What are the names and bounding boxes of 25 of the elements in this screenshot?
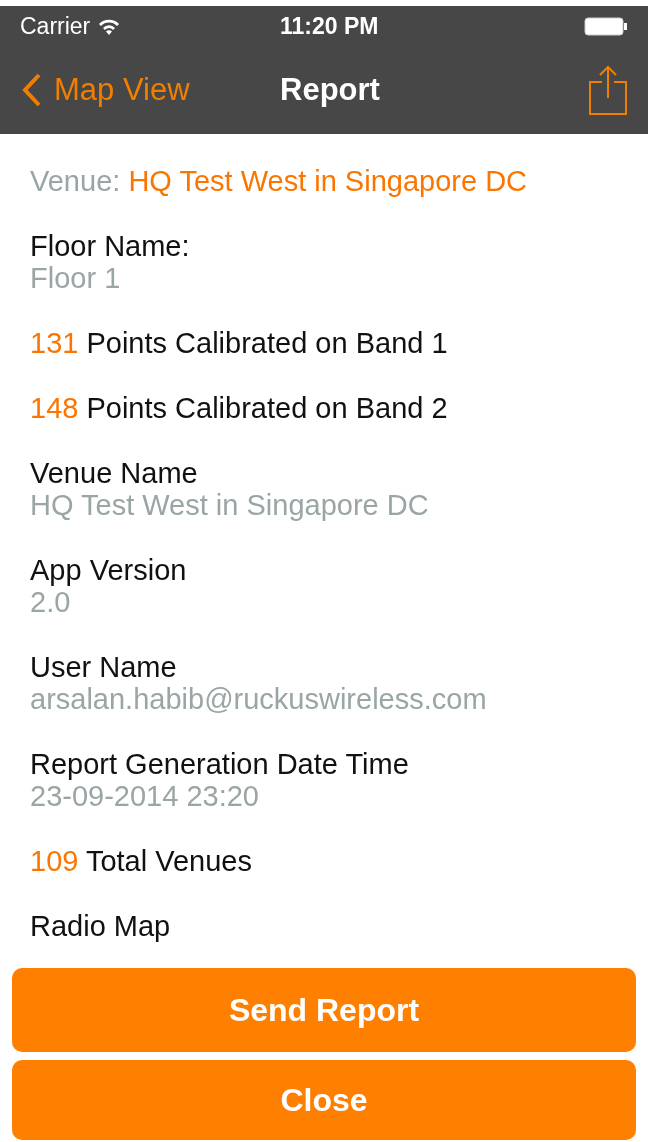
count-line: 131 Points Calibrated on Band 1 — [30, 327, 449, 359]
count-line: 109 Total Venues — [30, 845, 253, 877]
clock-time: 11:20 PM — [280, 11, 379, 41]
carrier-name: Carrier — [20, 11, 91, 41]
field-label: App Version — [30, 554, 188, 586]
battery-icon — [584, 16, 628, 36]
field-label: Radio Map — [30, 910, 172, 942]
count-line: 148 Points Calibrated on Band 2 — [30, 392, 449, 424]
venue-line: Venue: HQ Test West in Singapore DC — [30, 165, 529, 197]
send-report-button[interactable]: Send Report — [12, 968, 636, 1052]
field-label: Report Generation Date Time — [30, 748, 410, 780]
field-value: 23-09-2014 23:20 — [30, 780, 260, 812]
field-value: 2.0 — [30, 586, 72, 618]
back-button[interactable]: Map View — [22, 66, 190, 114]
field-label: Venue Name — [30, 457, 199, 489]
field-label: Floor Name: — [30, 230, 191, 262]
wifi-icon — [98, 17, 121, 35]
field-value: arsalan.habib@ruckuswireless.com — [30, 683, 488, 715]
field-value: Floor 1 — [30, 262, 122, 294]
field-value: HQ Test West in Singapore DC — [30, 489, 430, 521]
field-label: User Name — [30, 651, 178, 683]
share-icon[interactable] — [588, 65, 628, 115]
close-button[interactable]: Close — [12, 1060, 636, 1140]
screen-title: Report — [280, 70, 380, 109]
chevron-left-icon — [22, 73, 42, 107]
